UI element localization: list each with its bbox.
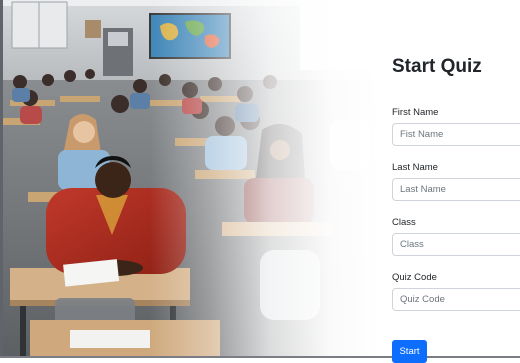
first-name-input[interactable] [392, 123, 520, 146]
first-name-label: First Name [392, 107, 439, 118]
last-name-input[interactable] [392, 178, 520, 201]
class-input[interactable] [392, 233, 520, 256]
form-title: Start Quiz [392, 56, 482, 77]
last-name-label: Last Name [392, 162, 438, 173]
start-button[interactable]: Start [392, 340, 427, 363]
quiz-code-label: Quiz Code [392, 272, 437, 283]
window-frame-left [0, 0, 3, 358]
class-label: Class [392, 217, 416, 228]
quiz-code-input[interactable] [392, 288, 520, 311]
start-quiz-form: Start Quiz First Name Last Name Class Qu… [392, 56, 520, 363]
